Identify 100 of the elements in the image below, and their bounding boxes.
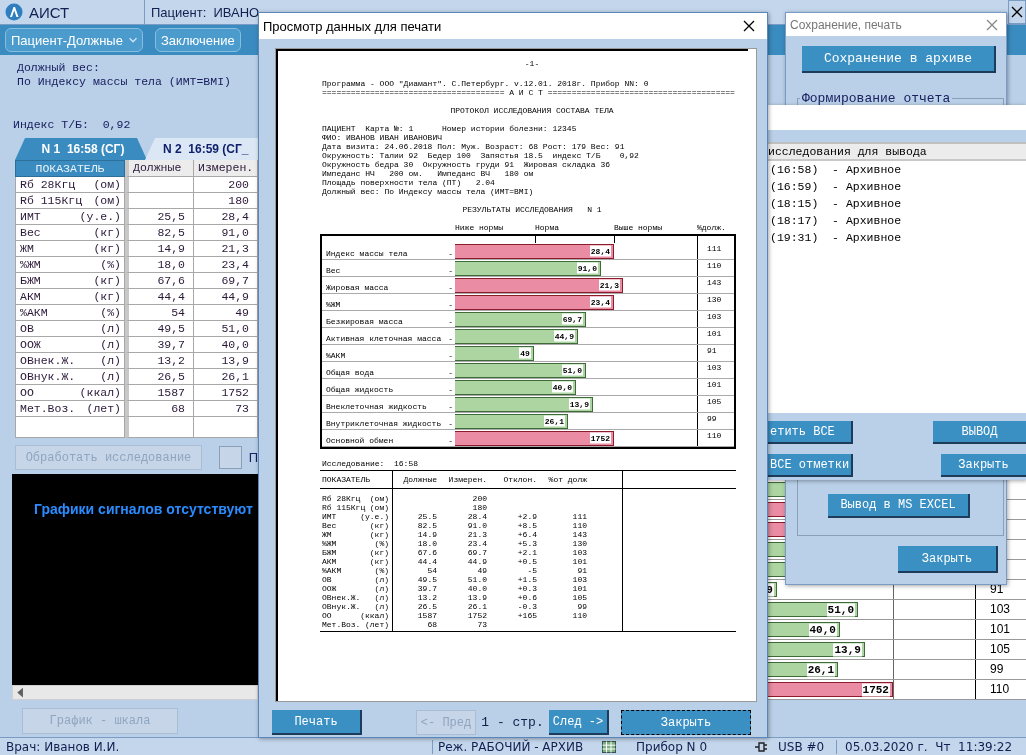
table-cell: ОВнук.Ж.	[20, 369, 76, 384]
table-cell: -0.3	[517, 602, 537, 611]
table-cell: 110	[572, 611, 587, 620]
list-item[interactable]: (16:58) - Архивное	[768, 161, 1026, 178]
table-cell: (кг)	[369, 521, 389, 530]
table-cell: 69,7	[194, 273, 258, 289]
table-cell: 13,2	[125, 353, 194, 369]
table-cell: 23,4	[194, 257, 258, 273]
table-cell: 13.9	[467, 593, 487, 602]
dropdown-button[interactable]: Пациент-Должные	[5, 28, 143, 52]
table-cell: (кг)	[369, 548, 389, 557]
table-cell: 44.4	[417, 557, 437, 566]
percent-value: 103	[707, 363, 722, 372]
column-header: %от долж	[547, 475, 587, 484]
close-button[interactable]	[1008, 0, 1026, 24]
patient-info-line: Должный вес: По Индексу массы тела (ИМТ=BMI)	[322, 187, 535, 196]
table-cell: Rб 115Кгц	[20, 193, 83, 208]
table-cell: 14.9	[417, 530, 437, 539]
table-cell: (л)	[374, 584, 389, 593]
percent-value: 111	[707, 244, 722, 253]
table-cell: БЖМ	[20, 273, 41, 288]
table-cell: 67.6	[417, 548, 437, 557]
row-dash: -	[448, 266, 453, 275]
list-item[interactable]: (18:15) - Архивное	[768, 195, 1026, 212]
table-cell: ОВнек.Ж.	[322, 593, 361, 602]
table-cell: 1587	[125, 385, 194, 401]
table-cell: (л)	[374, 593, 389, 602]
table-cell: +1.5	[517, 575, 537, 584]
dialog-button[interactable]: Закрыть	[621, 710, 751, 735]
close-icon	[743, 20, 755, 32]
bar-value: 40,0	[808, 623, 837, 636]
dialog-button[interactable]: ВСЕ отметки	[768, 454, 853, 477]
row-label: Внеклеточная жидкость	[326, 402, 427, 411]
table-cell: ООЖ	[322, 584, 337, 593]
chart-column-label: Выше нормы	[614, 223, 663, 232]
table-cell: 44,9	[194, 289, 258, 305]
list-item[interactable]: (18:17) - Архивное	[768, 212, 1026, 229]
table-cell: (ом)	[93, 177, 121, 192]
dialog-button[interactable]: След ->	[549, 710, 609, 735]
tab[interactable]: N 2 16:59 (СГ_	[145, 138, 258, 160]
archive-button[interactable]: Сохранение в архиве	[802, 46, 996, 73]
column-header: Измерен.	[194, 160, 258, 177]
row-dash: -	[448, 249, 453, 258]
percent-value: 103	[990, 602, 1011, 616]
bar-value: 40,0	[551, 381, 573, 393]
usb-text: USB #0	[778, 739, 826, 754]
row-dash: -	[448, 351, 453, 360]
table-cell: (лет)	[365, 620, 389, 629]
table-cell: 23.4	[467, 539, 487, 548]
excel-button[interactable]: Вывод в MS EXCEL	[828, 494, 970, 518]
table-cell: (%)	[374, 566, 389, 575]
dialog-button[interactable]: ВЫВОД	[933, 421, 1026, 444]
table-cell: (л)	[374, 602, 389, 611]
table-cell: 54	[427, 566, 437, 575]
checkbox[interactable]	[219, 446, 242, 469]
table-cell: (кг)	[369, 557, 389, 566]
report-header-line: Программа - ООО "Диамант". С.Петербург. v.12.01. 2018г. Прибор NN: 0	[322, 79, 650, 88]
row-label: Активная клеточная масса	[326, 334, 442, 343]
table-cell: +0.6	[517, 593, 537, 602]
table-cell: -5	[527, 566, 537, 575]
close-button[interactable]	[743, 20, 755, 32]
table-cell: (%)	[374, 539, 389, 548]
close-button[interactable]: Закрыть	[898, 546, 998, 573]
table-cell: 91,0	[194, 225, 258, 241]
column-header: ПОКАЗАТЕЛЬ	[15, 160, 125, 177]
toolbar-button[interactable]: Заключение	[155, 28, 241, 52]
dialog-button[interactable]: етить ВСЕ	[768, 421, 853, 444]
table-cell: 67,6	[125, 273, 194, 289]
table-cell: 26,5	[125, 369, 194, 385]
bar-value: 13,9	[568, 398, 590, 410]
table-cell: (ом)	[93, 193, 121, 208]
column-header: Должные	[125, 160, 194, 177]
table-cell: 51.0	[467, 575, 487, 584]
row-label: Основной обмен	[326, 436, 394, 445]
table-cell: 99	[577, 602, 587, 611]
row-label: Общая жидкость	[326, 385, 394, 394]
table-cell: %ЖМ	[322, 539, 337, 548]
chevron-down-icon	[128, 36, 137, 44]
list-item[interactable]: (16:59) - Архивное	[768, 178, 1026, 195]
percent-value: 143	[707, 278, 722, 287]
logo-icon	[5, 3, 23, 21]
table-cell: +6.4	[517, 530, 537, 539]
list-header: исследования для вывода	[768, 144, 1026, 161]
table-cell: 18,0	[125, 257, 194, 273]
table-cell: (%)	[100, 305, 121, 320]
list-item[interactable]: (19:31) - Архивное	[768, 229, 1026, 246]
scrollbar[interactable]	[12, 685, 258, 700]
report-header-line: ====================================== А И С Т =======================================	[322, 88, 736, 97]
row-dash: -	[448, 334, 453, 343]
table-cell: 26.1	[467, 602, 487, 611]
dialog-button[interactable]: Печать	[272, 710, 362, 735]
bar-value: 26,1	[543, 415, 565, 427]
tab[interactable]: N 1 16:58 (СГ)	[15, 138, 147, 160]
table-cell: 21.3	[467, 530, 487, 539]
table-cell: (ккал)	[360, 611, 389, 620]
row-dash: -	[448, 317, 453, 326]
bar-value: 51,0	[826, 603, 855, 616]
percent-value: 110	[707, 261, 722, 270]
percent-value: 99	[707, 414, 717, 423]
dialog-button[interactable]: Закрыть	[941, 454, 1026, 477]
